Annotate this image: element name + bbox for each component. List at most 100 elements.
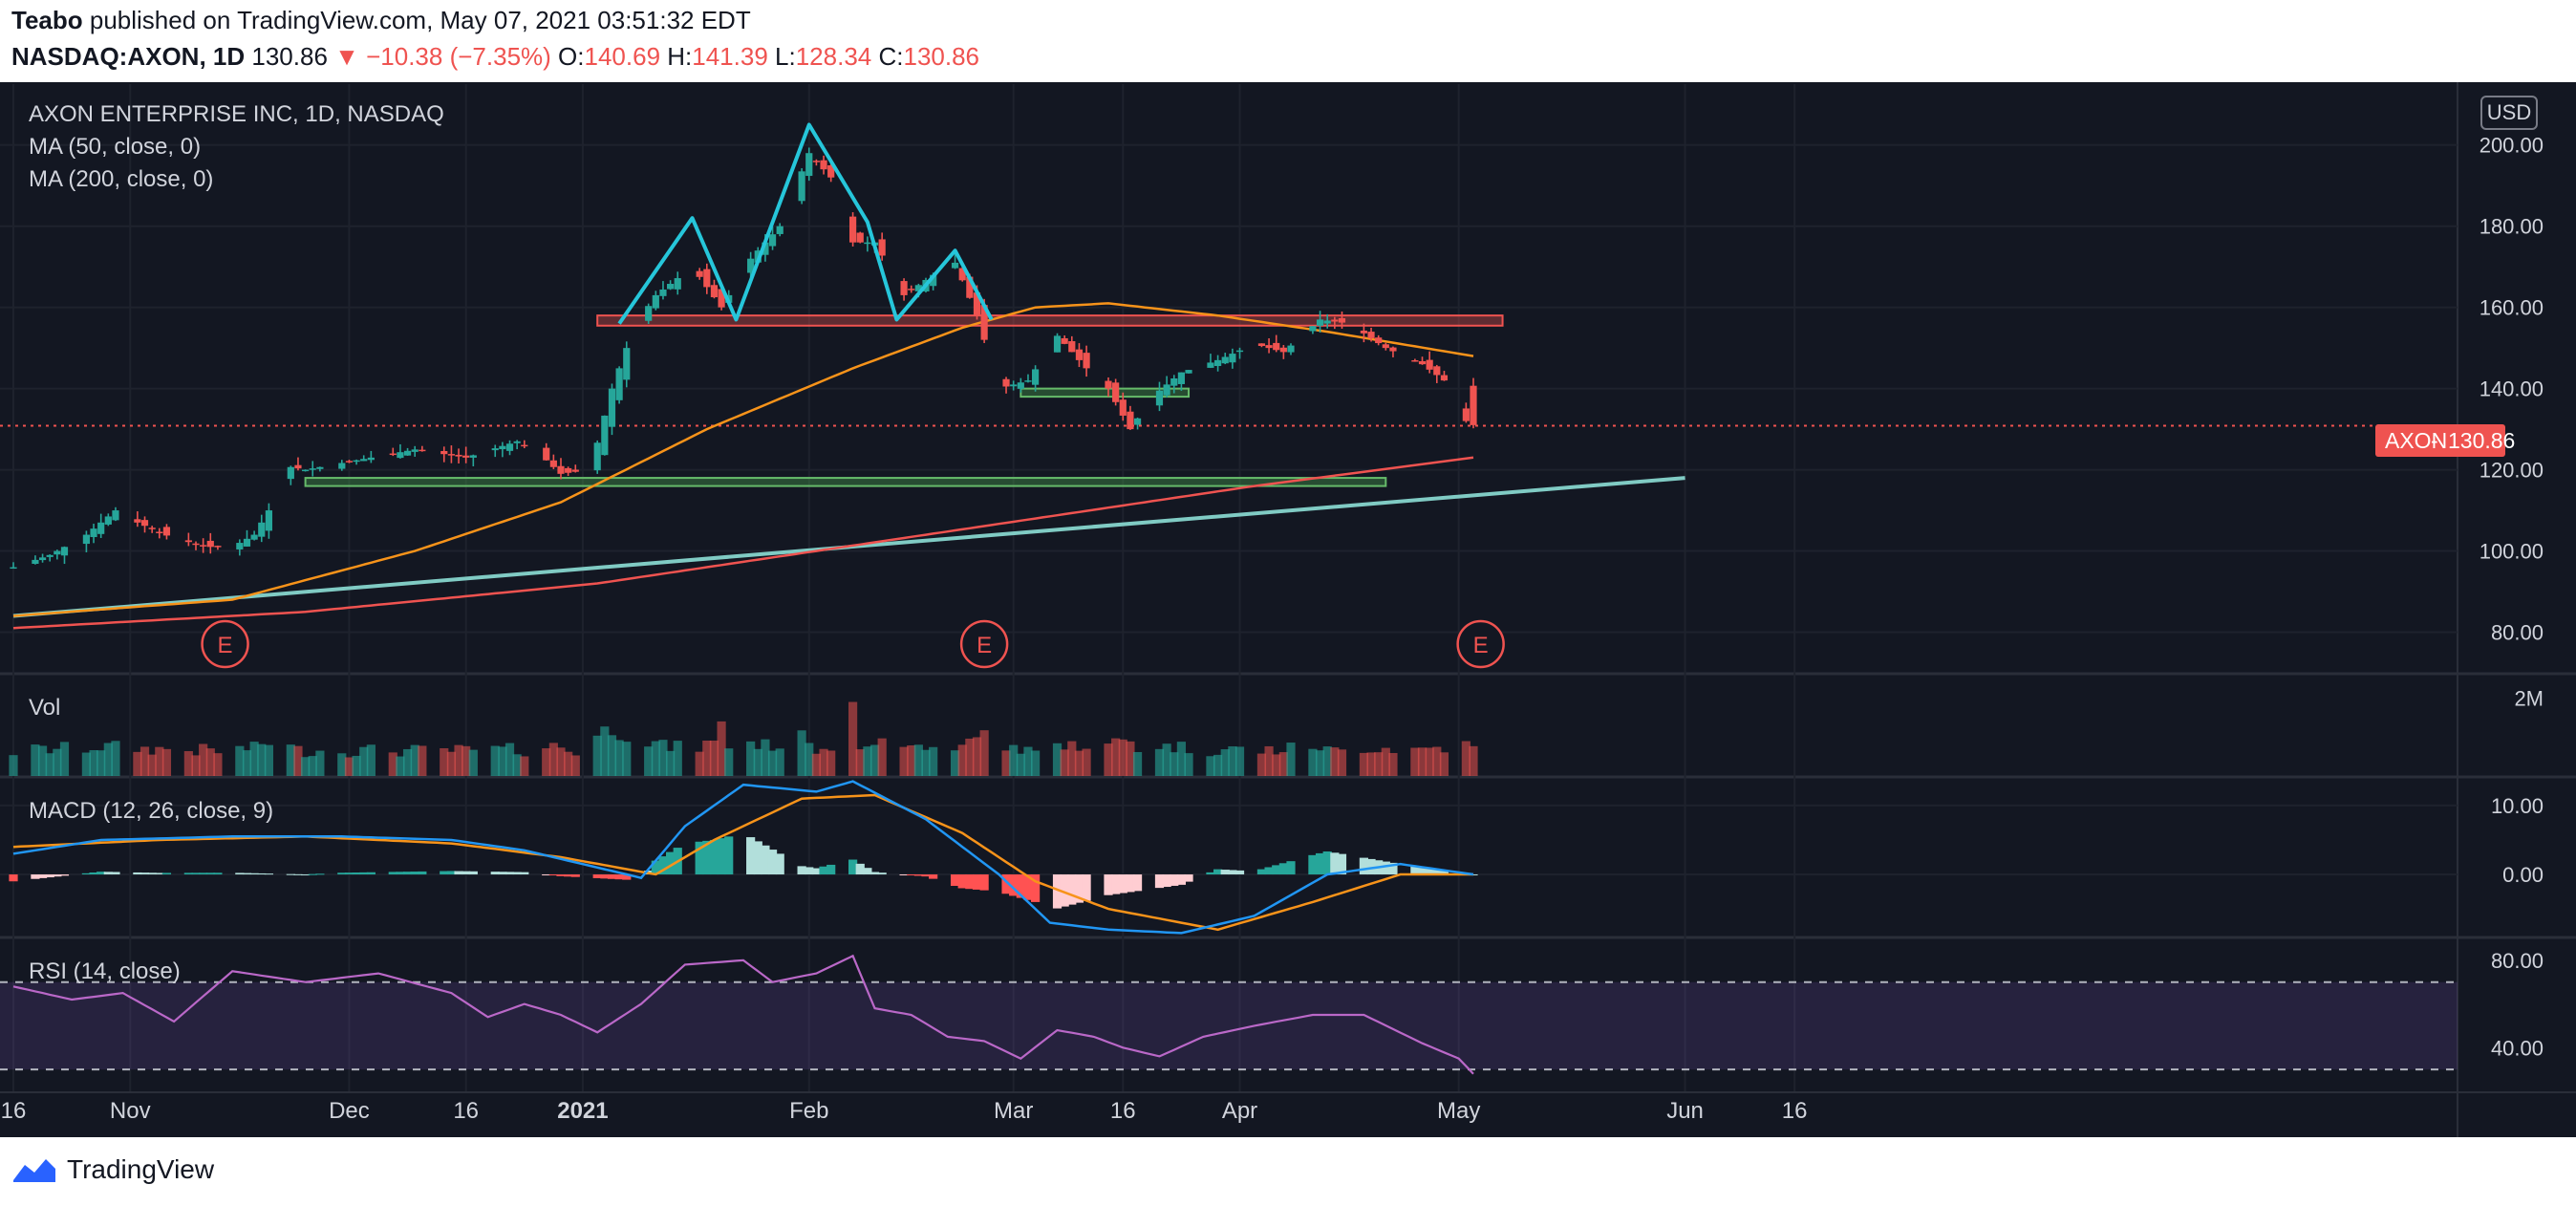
candle-body	[543, 447, 550, 461]
volume-bar	[161, 748, 172, 776]
candle-body	[1002, 378, 1010, 387]
candle-body	[397, 452, 404, 459]
high-label: H:	[667, 42, 693, 71]
volume-bar	[418, 745, 427, 776]
candle-body	[455, 454, 462, 457]
candle-body	[90, 528, 97, 538]
candle-body	[1360, 330, 1367, 334]
candle-body	[1127, 411, 1134, 430]
candle-body	[565, 467, 572, 473]
candle-body	[156, 531, 163, 533]
author-name[interactable]: Teabo	[11, 6, 83, 34]
candle-body	[1155, 390, 1164, 406]
candle-body	[265, 510, 272, 531]
chart-canvas[interactable]: E E E 16 Nov Dec 16 2021 Feb Mar 16 Apr May Jun 16 80.…	[0, 82, 2576, 1137]
candle-body	[134, 519, 141, 523]
candle-body	[549, 460, 557, 467]
macd-histogram-bar	[1082, 874, 1091, 901]
candle-body	[10, 567, 17, 570]
candle-body	[864, 242, 871, 245]
legend-ma200: MA (200, close, 0)	[29, 166, 213, 192]
macd-histogram-bar	[418, 871, 427, 875]
candle-body	[1075, 349, 1084, 360]
price-tick-label: 120.00	[2479, 459, 2544, 483]
price-tick-label: 80.00	[2491, 621, 2544, 645]
candle-body	[1265, 345, 1273, 349]
x-tick-label: Apr	[1222, 1098, 1257, 1124]
candle-body	[571, 469, 579, 472]
macd-histogram-bar	[520, 872, 529, 875]
candle-body	[338, 463, 346, 469]
candle-body	[1309, 326, 1317, 332]
candle-body	[1382, 344, 1389, 349]
candle-body	[798, 171, 805, 202]
candle-body	[1105, 380, 1112, 389]
candle-body	[316, 466, 324, 469]
candle-body	[645, 306, 653, 321]
macd-histogram-bar	[775, 853, 784, 875]
candle-body	[856, 232, 864, 243]
candle-body	[1331, 319, 1339, 322]
candle-body	[1185, 370, 1192, 374]
volume-bar	[929, 746, 938, 776]
volume-bar	[570, 755, 580, 776]
x-tick-label: 16	[1782, 1098, 1808, 1124]
candle-body	[38, 557, 47, 561]
candle-body	[192, 543, 200, 546]
macd-histogram-bar	[59, 874, 70, 876]
candle-body	[184, 540, 192, 543]
macd-histogram-bar	[570, 874, 580, 877]
tradingview-logo[interactable]: TradingView	[11, 1154, 214, 1185]
candle-body	[1214, 359, 1222, 367]
candle-body	[1119, 399, 1127, 416]
volume-bar	[1031, 750, 1041, 776]
volume-bar	[877, 738, 887, 776]
macd-histogram-bar	[979, 874, 989, 891]
macd-histogram-bar	[213, 872, 223, 875]
volume-bar	[59, 742, 70, 776]
price-tick-label: 140.00	[2479, 377, 2544, 401]
volume-bar	[1082, 748, 1091, 776]
candle-body	[32, 559, 39, 564]
candle-body	[1017, 382, 1024, 389]
close-value: 130.86	[903, 42, 980, 71]
support-zone	[304, 477, 1387, 487]
candle-body	[345, 461, 354, 463]
macd-histogram-bar	[468, 871, 478, 875]
x-tick-label: 2021	[557, 1098, 608, 1124]
rsi-tick-label: 40.00	[2491, 1036, 2544, 1060]
candle-body	[659, 289, 667, 296]
candle-body	[491, 448, 499, 451]
candle-body	[104, 516, 112, 525]
candle-body	[1323, 320, 1331, 324]
candle-body	[593, 442, 601, 471]
candle-body	[1221, 356, 1229, 364]
candle-body	[812, 161, 820, 162]
candle-body	[462, 455, 470, 458]
volume-bar	[264, 744, 273, 776]
x-tick-label: Jun	[1666, 1098, 1704, 1124]
candle-body	[1418, 360, 1427, 365]
candle-body	[302, 469, 310, 472]
earnings-marker-label: E	[977, 633, 992, 658]
candle-body	[1177, 372, 1185, 384]
volume-bar	[315, 750, 325, 776]
candle-body	[1083, 353, 1090, 369]
candle-body	[82, 534, 90, 545]
legend-vol: Vol	[29, 695, 60, 721]
publish-line: Teabo published on TradingView.com, May …	[11, 6, 751, 35]
volume-bar	[468, 749, 478, 776]
volume-bar	[520, 756, 529, 776]
legend-macd: MACD (12, 26, close, 9)	[29, 798, 273, 824]
macd-histogram-bar	[111, 872, 120, 875]
candle-body	[1235, 350, 1244, 353]
currency-button[interactable]: USD	[2480, 96, 2538, 130]
volume-tick-label: 2M	[2514, 686, 2544, 710]
candle-body	[820, 160, 827, 170]
volume-bar	[1286, 743, 1296, 776]
candle-body	[1470, 385, 1477, 425]
chart-background	[0, 82, 2576, 1137]
volume-bar	[1469, 745, 1478, 776]
candle-body	[419, 449, 426, 452]
legend-title: AXON ENTERPRISE INC, 1D, NASDAQ	[29, 101, 444, 127]
